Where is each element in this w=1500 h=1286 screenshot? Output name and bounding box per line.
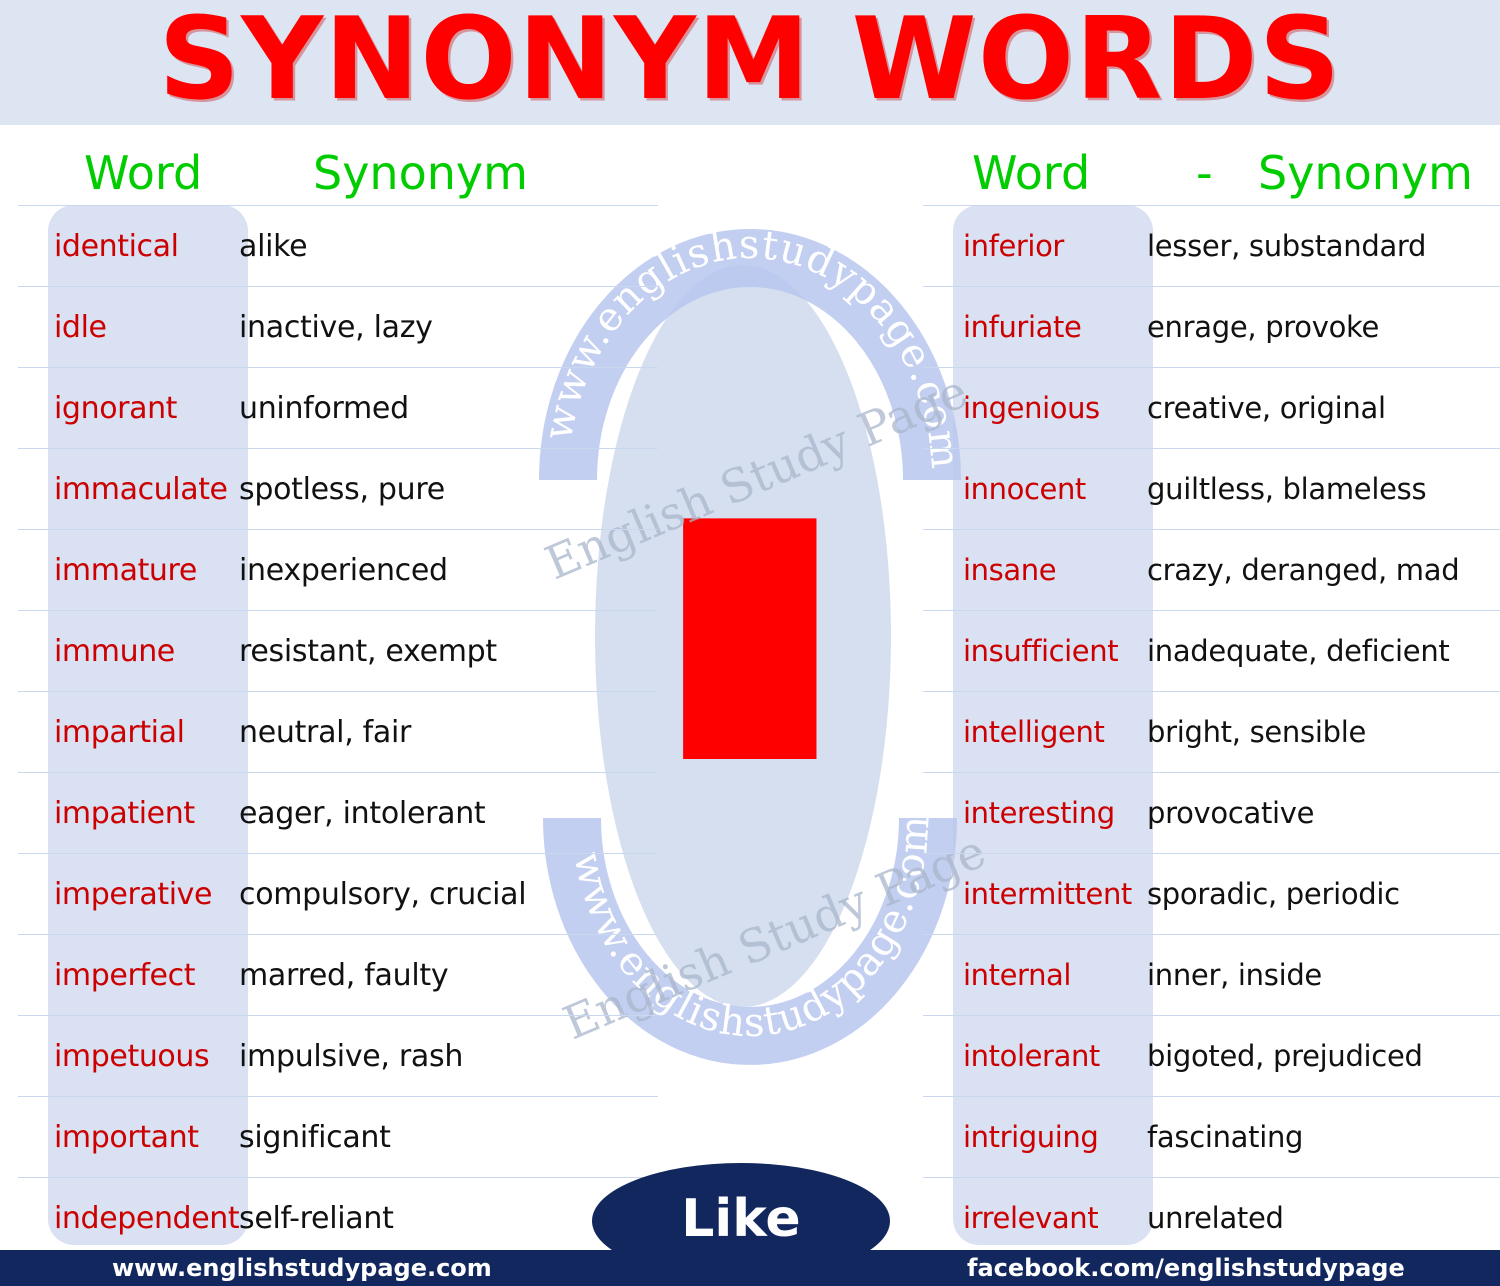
synonym-cell: crazy, deranged, mad [1147, 553, 1460, 587]
word-cell: infuriate [963, 310, 1082, 344]
synonym-cell: self-reliant [239, 1200, 394, 1236]
table-row: intriguing fascinating [923, 1096, 1500, 1177]
word-cell: imperfect [54, 957, 196, 993]
word-cell: internal [963, 958, 1072, 992]
table-row: infuriate enrage, provoke [923, 286, 1500, 367]
synonym-cell: inexperienced [239, 552, 448, 588]
word-cell: insane [963, 553, 1057, 587]
synonym-cell: uninformed [239, 390, 409, 426]
word-cell: irrelevant [963, 1201, 1099, 1235]
synonym-cell: spotless, pure [239, 471, 445, 507]
right-table-rows: inferior lesser, substandard infuriate enra… [923, 205, 1500, 1259]
synonym-cell: marred, faulty [239, 957, 449, 993]
table-row: independent self-reliant [18, 1177, 658, 1259]
word-cell: intermittent [963, 877, 1132, 911]
word-cell: independent [54, 1200, 240, 1236]
table-row: impatient eager, intolerant [18, 772, 658, 853]
word-cell: impartial [54, 714, 185, 750]
table-row: interesting provocative [923, 772, 1500, 853]
like-badge-label: Like [681, 1189, 801, 1249]
word-cell: interesting [963, 796, 1115, 830]
right-column-header-dash: - [1196, 146, 1213, 200]
synonym-cell: inadequate, deficient [1147, 634, 1450, 668]
synonym-cell: fascinating [1147, 1120, 1304, 1154]
word-cell: identical [54, 228, 179, 264]
word-cell: impatient [54, 795, 195, 831]
table-row: immune resistant, exempt [18, 610, 658, 691]
table-row: impetuous impulsive, rash [18, 1015, 658, 1096]
table-row: immaculate spotless, pure [18, 448, 658, 529]
word-cell: immune [54, 633, 175, 669]
table-row: ignorant uninformed [18, 367, 658, 448]
synonym-cell: enrage, provoke [1147, 310, 1380, 344]
right-column-header-word: Word [972, 146, 1091, 200]
synonym-cell: sporadic, periodic [1147, 877, 1400, 911]
table-row: insane crazy, deranged, mad [923, 529, 1500, 610]
table-row: important significant [18, 1096, 658, 1177]
synonym-cell: significant [239, 1119, 391, 1155]
word-cell: intelligent [963, 715, 1105, 749]
synonym-cell: guiltless, blameless [1147, 472, 1427, 506]
word-cell: ignorant [54, 390, 178, 426]
table-row: impartial neutral, fair [18, 691, 658, 772]
word-cell: intriguing [963, 1120, 1099, 1154]
table-row: insufficient inadequate, deficient [923, 610, 1500, 691]
word-cell: immaculate [54, 471, 228, 507]
left-column-header-synonym: Synonym [313, 146, 528, 200]
word-cell: idle [54, 309, 107, 345]
synonym-cell: bright, sensible [1147, 715, 1366, 749]
right-column-header-synonym: Synonym [1258, 146, 1473, 200]
synonym-cell: eager, intolerant [239, 795, 486, 831]
word-cell: inferior [963, 229, 1064, 263]
table-row: identical alike [18, 205, 658, 286]
infographic-page: SYNONYM WORDS Word Synonym Word - Synony… [0, 0, 1500, 1286]
word-cell: important [54, 1119, 199, 1155]
left-word-table: identical alike idle inactive, lazy ignorant… [18, 205, 658, 1259]
word-cell: innocent [963, 472, 1086, 506]
footer-website-link[interactable]: www.englishstudypage.com [112, 1254, 492, 1282]
synonym-cell: resistant, exempt [239, 633, 497, 669]
word-cell: immature [54, 552, 197, 588]
synonym-cell: neutral, fair [239, 714, 412, 750]
synonym-cell: bigoted, prejudiced [1147, 1039, 1423, 1073]
synonym-cell: unrelated [1147, 1201, 1284, 1235]
synonym-cell: impulsive, rash [239, 1038, 464, 1074]
table-row: imperative compulsory, crucial [18, 853, 658, 934]
table-row: intolerant bigoted, prejudiced [923, 1015, 1500, 1096]
like-badge[interactable]: Like [592, 1163, 890, 1279]
table-row: internal inner, inside [923, 934, 1500, 1015]
footer-facebook-link[interactable]: facebook.com/englishstudypage [967, 1254, 1405, 1282]
word-cell: intolerant [963, 1039, 1100, 1073]
synonym-cell: provocative [1147, 796, 1315, 830]
word-cell: imperative [54, 876, 213, 912]
right-word-table: inferior lesser, substandard infuriate enra… [923, 205, 1500, 1259]
table-row: immature inexperienced [18, 529, 658, 610]
table-row: imperfect marred, faulty [18, 934, 658, 1015]
synonym-cell: alike [239, 228, 308, 264]
word-cell: insufficient [963, 634, 1119, 668]
synonym-cell: compulsory, crucial [239, 876, 527, 912]
word-cell: ingenious [963, 391, 1100, 425]
table-row: intelligent bright, sensible [923, 691, 1500, 772]
left-column-header-word: Word [84, 146, 203, 200]
synonym-cell: lesser, substandard [1147, 229, 1427, 263]
table-row: inferior lesser, substandard [923, 205, 1500, 286]
table-row: idle inactive, lazy [18, 286, 658, 367]
table-row: innocent guiltless, blameless [923, 448, 1500, 529]
left-table-rows: identical alike idle inactive, lazy ignorant… [18, 205, 658, 1259]
page-title: SYNONYM WORDS [158, 0, 1342, 125]
word-cell: impetuous [54, 1038, 210, 1074]
synonym-cell: creative, original [1147, 391, 1386, 425]
synonym-cell: inactive, lazy [239, 309, 433, 345]
table-row: ingenious creative, original [923, 367, 1500, 448]
table-row: intermittent sporadic, periodic [923, 853, 1500, 934]
table-row: irrelevant unrelated [923, 1177, 1500, 1259]
synonym-cell: inner, inside [1147, 958, 1322, 992]
